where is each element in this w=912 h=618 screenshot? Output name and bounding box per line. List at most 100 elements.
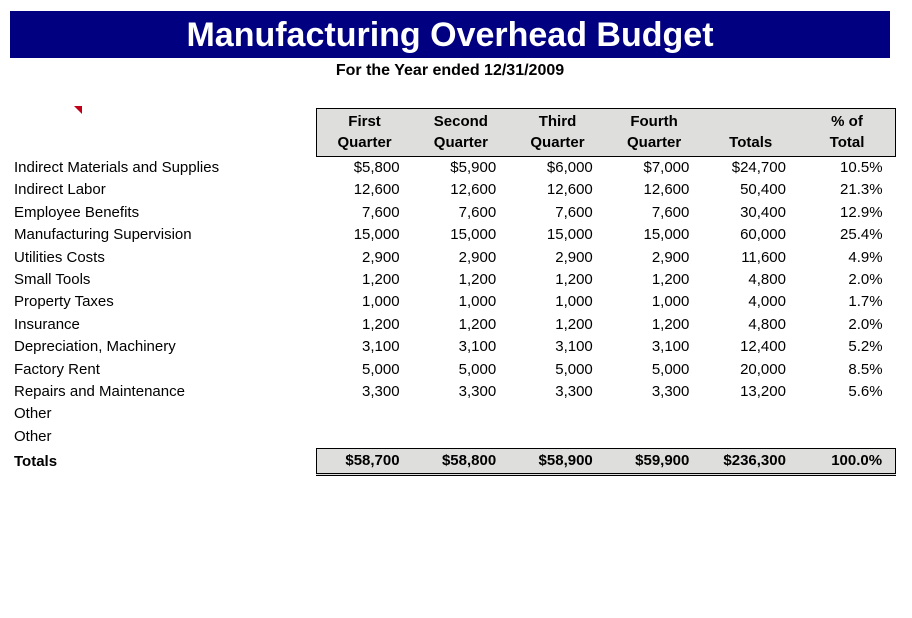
- totals-cell-totals: $236,300: [702, 448, 799, 477]
- table-row: Utilities Costs 2,900 2,900 2,900 2,900 11,60…: [0, 247, 896, 269]
- cell-fourth-quarter: $7,000: [643, 159, 690, 176]
- cell-totals: 11,600: [741, 248, 786, 266]
- table-row: Small Tools 1,200 1,200 1,200 1,200 4,800 2.0%: [0, 269, 896, 291]
- manufacturing-overhead-table: First Quarter Second Quarter Third Quart…: [0, 108, 897, 477]
- header-line2: Total: [829, 134, 865, 151]
- table-row: Property Taxes 1,000 1,000 1,000 1,000 4,000 1…: [0, 291, 896, 313]
- table-header-row: First Quarter Second Quarter Third Quart…: [0, 108, 897, 157]
- header-line2: Quarter: [433, 134, 488, 151]
- cell-second-quarter: [413, 403, 510, 425]
- table-row: Repairs and Maintenance 3,300 3,300 3,300 3,…: [0, 381, 896, 403]
- cell-second-quarter: $5,900: [450, 159, 497, 176]
- cell-fourth-quarter: 15,000: [643, 226, 690, 244]
- row-label: Repairs and Maintenance: [14, 383, 185, 401]
- header-line1: First: [348, 113, 381, 130]
- cell-second-quarter: 12,600: [450, 181, 497, 199]
- cell-percent-of-total: 8.5%: [848, 360, 883, 378]
- cell-first-quarter: 3,100: [362, 338, 400, 356]
- row-label: Factory Rent: [14, 360, 100, 378]
- cell-totals: 13,200: [740, 383, 786, 401]
- cell-third-quarter: $6,000: [546, 159, 593, 176]
- cell-fourth-quarter: 3,100: [651, 338, 690, 356]
- header-line2: Quarter: [530, 134, 585, 151]
- header-line1: Second: [433, 113, 488, 130]
- totals-row-label: Totals: [14, 452, 58, 470]
- cell-third-quarter: 1,200: [555, 315, 593, 333]
- cell-first-quarter: 5,000: [362, 360, 400, 378]
- subtitle-line: For the Year ended 12/31/2009: [0, 62, 912, 80]
- header-line1: Third: [538, 113, 577, 130]
- cell-fourth-quarter: 3,300: [651, 383, 690, 401]
- cell-totals: 50,400: [740, 181, 786, 199]
- table-row: Manufacturing Supervision 15,000 15,000 15,…: [0, 224, 896, 246]
- header-cell-second-quarter: Second Quarter: [412, 108, 510, 157]
- header-cell-percent-of-total: % of Total: [798, 108, 897, 157]
- row-label: Property Taxes: [14, 293, 114, 311]
- cell-totals: 4,800: [748, 315, 786, 333]
- table-row: Other: [0, 426, 896, 449]
- cell-second-quarter: [413, 426, 510, 449]
- table-body: Indirect Materials and Supplies $5,800 $5,…: [0, 157, 897, 477]
- cell-second-quarter: 1,200: [458, 315, 497, 333]
- table-row: Insurance 1,200 1,200 1,200 1,200 4,800 2.0%: [0, 314, 896, 336]
- cell-first-quarter: 1,200: [362, 315, 400, 333]
- cell-percent-of-total: [799, 403, 896, 425]
- header-cell-fourth-quarter: Fourth Quarter: [605, 108, 703, 157]
- totals-cell-third-quarter: $58,900: [509, 448, 606, 477]
- cell-second-quarter: 7,600: [458, 203, 497, 221]
- cell-third-quarter: 7,600: [555, 203, 593, 221]
- cell-third-quarter: 12,600: [546, 181, 593, 199]
- cell-second-quarter: 3,300: [458, 383, 497, 401]
- header-line1: Fourth: [630, 113, 678, 130]
- budget-table-container: First Quarter Second Quarter Third Quart…: [0, 108, 912, 477]
- table-row: Factory Rent 5,000 5,000 5,000 5,000 20,000 8.…: [0, 359, 896, 381]
- cell-totals: [702, 426, 799, 449]
- cell-percent-of-total: 25.4%: [840, 226, 883, 244]
- cell-fourth-quarter: 7,600: [651, 203, 690, 221]
- cell-fourth-quarter: [606, 403, 703, 425]
- table-row: Other: [0, 403, 896, 425]
- cell-fourth-quarter: 1,200: [651, 315, 690, 333]
- cell-fourth-quarter: 1,200: [651, 271, 690, 289]
- cell-third-quarter: [509, 403, 606, 425]
- cell-second-quarter: 1,200: [458, 271, 497, 289]
- cell-fourth-quarter: 1,000: [651, 293, 690, 311]
- cell-totals: $24,700: [731, 159, 786, 176]
- cell-percent-of-total: [799, 426, 896, 449]
- table-row: Employee Benefits 7,600 7,600 7,600 7,600 30,…: [0, 202, 896, 224]
- cell-totals: 20,000: [740, 360, 786, 378]
- cell-percent-of-total: 4.9%: [848, 248, 883, 266]
- cell-first-quarter: $5,800: [353, 159, 400, 176]
- cell-totals: 30,400: [740, 203, 786, 221]
- cell-totals: 4,800: [748, 271, 786, 289]
- cell-second-quarter: 15,000: [450, 226, 497, 244]
- cell-first-quarter: 1,000: [362, 293, 400, 311]
- row-label: Employee Benefits: [14, 203, 140, 221]
- row-label: Other: [14, 405, 52, 423]
- row-label: Manufacturing Supervision: [14, 226, 192, 244]
- totals-cell-second-quarter: $58,800: [412, 448, 510, 477]
- row-label: Small Tools: [14, 271, 91, 289]
- cell-percent-of-total: 2.0%: [848, 315, 883, 333]
- cell-third-quarter: 1,200: [555, 271, 593, 289]
- totals-cell-fourth-quarter: $59,900: [605, 448, 703, 477]
- cell-second-quarter: 1,000: [458, 293, 497, 311]
- cell-totals: 12,400: [740, 338, 786, 356]
- cell-percent-of-total: 12.9%: [840, 203, 883, 221]
- row-label: Indirect Labor: [14, 181, 106, 199]
- row-label: Utilities Costs: [14, 248, 105, 266]
- cell-percent-of-total: 5.6%: [848, 383, 883, 401]
- cell-first-quarter: [316, 403, 413, 425]
- cell-third-quarter: 1,000: [555, 293, 593, 311]
- cell-totals: 60,000: [740, 226, 786, 244]
- subtitle-text: For the Year ended 12/31/2009: [335, 62, 565, 79]
- cell-fourth-quarter: 5,000: [651, 360, 690, 378]
- header-cell-first-quarter: First Quarter: [315, 108, 413, 157]
- cell-percent-of-total: 10.5%: [840, 159, 883, 176]
- totals-row: Totals $58,700 $58,800 $58,900 $59,900 $236,3…: [0, 448, 897, 477]
- cell-first-quarter: 2,900: [362, 248, 400, 266]
- cell-fourth-quarter: 12,600: [643, 181, 690, 199]
- header-line1: % of: [831, 113, 863, 130]
- row-label: Depreciation, Machinery: [14, 338, 176, 356]
- page-title: Manufacturing Overhead Budget: [186, 15, 714, 54]
